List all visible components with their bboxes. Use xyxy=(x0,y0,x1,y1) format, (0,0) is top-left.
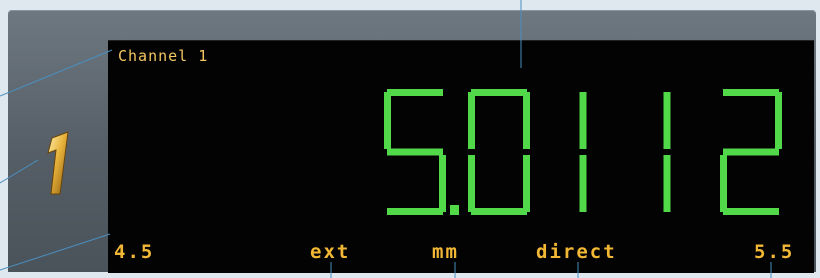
readout-digits xyxy=(384,89,782,215)
readout-digit xyxy=(384,89,459,215)
channel-number-badge: 1 xyxy=(38,128,69,195)
lcd-screen: Channel 1 4.5 ext mm direct 5.5 xyxy=(108,40,814,273)
lower-limit-value: 4.5 xyxy=(114,241,155,263)
upper-limit-value: 5.5 xyxy=(754,241,795,263)
display-panel: Channel 1 4.5 ext mm direct 5.5 1 xyxy=(8,10,816,273)
measurement-readout xyxy=(384,89,782,215)
unit-label: mm xyxy=(432,241,459,263)
channel-number-text: 1 xyxy=(38,128,39,129)
decimal-point xyxy=(450,205,459,215)
mode-label: direct xyxy=(536,241,617,263)
input-mode-label: ext xyxy=(310,241,351,263)
readout-digit xyxy=(720,89,782,215)
readout-digit xyxy=(468,89,530,215)
channel-label: Channel 1 xyxy=(118,47,209,65)
